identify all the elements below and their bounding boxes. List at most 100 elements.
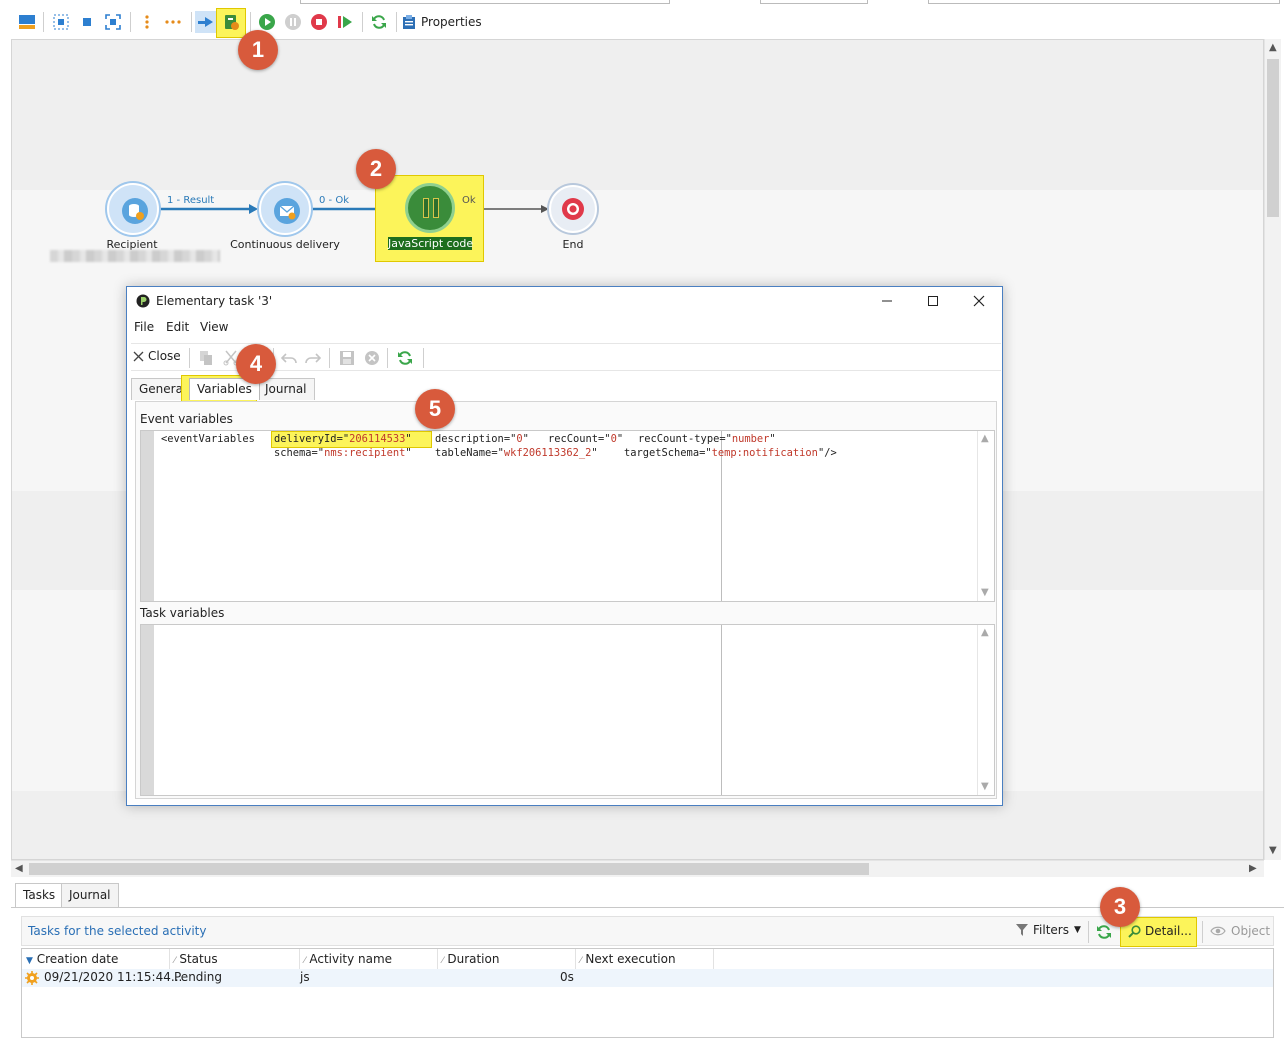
table-row[interactable]: 09/21/2020 11:15:44... Pending js 0s (22, 969, 1273, 987)
attr-value: 206114533 (349, 433, 406, 445)
refresh-icon[interactable] (1096, 924, 1112, 940)
event-variables-editor[interactable]: ▲ ▼ <eventVariables deliveryId="20611453… (140, 430, 995, 602)
x-icon (133, 351, 144, 361)
editor-gutter (141, 431, 154, 601)
copy-icon[interactable] (198, 350, 214, 366)
maximize-icon[interactable] (927, 295, 939, 307)
detail-button[interactable]: Detail... (1128, 924, 1192, 938)
scroll-right-icon[interactable]: ▶ (1249, 863, 1257, 874)
scroll-down-icon[interactable]: ▼ (981, 781, 989, 792)
object-button[interactable]: Object (1210, 924, 1270, 938)
end-node[interactable] (549, 185, 597, 233)
blurred-text (50, 250, 220, 262)
column-label: Duration (447, 952, 500, 966)
vertical-scroll-thumb[interactable] (1267, 59, 1279, 217)
pause-icon[interactable] (282, 11, 304, 33)
detail-label: Detail... (1145, 924, 1192, 938)
square-icon[interactable] (76, 11, 98, 33)
end-label: End (562, 238, 584, 251)
gear-icon (25, 971, 39, 985)
debug-tasks-icon[interactable] (220, 11, 242, 33)
dialog-titlebar[interactable]: Elementary task '3' (127, 287, 1002, 317)
select-all-icon[interactable] (50, 11, 72, 33)
refresh-icon[interactable] (368, 11, 390, 33)
column-label: Next execution (585, 952, 676, 966)
editor-scrollbar[interactable]: ▲ ▼ (977, 625, 994, 795)
clipboard-icon (403, 15, 415, 29)
transition-label-ok-end[interactable]: Ok (462, 195, 476, 206)
eye-icon (1210, 926, 1226, 936)
column-activity-name[interactable]: ⁄ Activity name (300, 949, 438, 969)
start-flow-icon[interactable] (195, 11, 217, 33)
scroll-down-icon[interactable]: ▼ (1269, 845, 1277, 856)
attr-targetschema: targetSchema="temp:notification"/> (624, 447, 837, 459)
cell-status: Pending (174, 970, 222, 984)
scroll-left-icon[interactable]: ◀ (15, 863, 23, 874)
step-icon[interactable] (334, 11, 356, 33)
tab-journal-bottom[interactable]: Journal (61, 883, 119, 907)
filters-button[interactable]: Filters ▼ (1016, 923, 1081, 937)
callout-badge-2: 2 (356, 149, 396, 189)
column-label: Activity name (309, 952, 393, 966)
scroll-up-icon[interactable]: ▲ (1269, 42, 1277, 53)
recipient-node[interactable] (107, 183, 159, 235)
menu-view[interactable]: View (200, 320, 228, 334)
column-label: Creation date (36, 952, 119, 966)
top-field-right[interactable] (928, 0, 1280, 4)
object-label: Object (1231, 924, 1271, 938)
refresh-icon[interactable] (397, 350, 413, 366)
toolbar-separator (189, 348, 190, 368)
column-duration[interactable]: ⁄ Duration (438, 949, 576, 969)
toolbar-separator (329, 348, 330, 368)
menu-file[interactable]: File (134, 320, 154, 334)
menu-edit[interactable]: Edit (166, 320, 189, 334)
editor-scrollbar[interactable]: ▲ ▼ (977, 431, 994, 601)
undo-icon[interactable] (281, 350, 297, 366)
scroll-up-icon[interactable]: ▲ (981, 433, 989, 444)
vertical-scrollbar[interactable]: ▲ ▼ (1264, 39, 1281, 860)
close-button[interactable]: Close (133, 349, 181, 363)
close-label: Close (148, 349, 181, 363)
top-field-middle[interactable] (760, 0, 868, 4)
dialog-title: Elementary task '3' (156, 294, 273, 308)
continuous-delivery-node[interactable] (259, 183, 311, 235)
vertical-dots-icon[interactable] (136, 11, 158, 33)
fit-view-icon[interactable] (102, 11, 124, 33)
scroll-up-icon[interactable]: ▲ (981, 627, 989, 638)
javascript-code-label: JavaScript code (388, 237, 474, 250)
scroll-down-icon[interactable]: ▼ (981, 587, 989, 598)
save-icon[interactable] (339, 350, 355, 366)
minimize-icon[interactable] (881, 295, 893, 307)
top-field-left[interactable] (300, 0, 670, 4)
column-creation-date[interactable]: ▼ Creation date (22, 949, 170, 969)
cell-activity-name: js (300, 970, 310, 984)
column-next-execution[interactable]: ⁄ Next execution (576, 949, 714, 969)
envelope-icon (274, 198, 300, 224)
tab-tasks[interactable]: Tasks (15, 883, 64, 907)
redo-icon[interactable] (305, 350, 321, 366)
task-variables-editor[interactable]: ▲ ▼ (140, 624, 995, 796)
xml-close-tag: /> (824, 447, 837, 459)
cell-creation-date: 09/21/2020 11:15:44... (44, 970, 183, 984)
sort-icon: ⁄ (442, 956, 444, 966)
attr-name: tableName (435, 447, 492, 459)
javascript-code-node[interactable] (405, 183, 455, 233)
attr-value: number (731, 433, 770, 445)
layout-icon[interactable] (16, 11, 38, 33)
toolbar-separator (191, 12, 192, 32)
close-window-icon[interactable] (973, 295, 985, 307)
attr-name: targetSchema (624, 447, 700, 459)
transition-label-result[interactable]: 1 - Result (167, 195, 214, 206)
attr-tablename: tableName="wkf206113362_2" (435, 447, 598, 459)
horizontal-scrollbar[interactable]: ◀ ▶ (11, 860, 1264, 877)
horizontal-scroll-thumb[interactable] (29, 863, 869, 875)
stop-icon[interactable] (308, 11, 330, 33)
properties-button[interactable]: Properties (402, 11, 482, 33)
transition-label-ok[interactable]: 0 - Ok (319, 195, 349, 206)
cell-duration: 0s (560, 970, 574, 984)
horizontal-dots-icon[interactable] (160, 11, 186, 33)
cancel-icon[interactable] (364, 350, 380, 366)
column-status[interactable]: ⁄ Status (170, 949, 300, 969)
toolbar-separator (130, 12, 131, 32)
tasks-title: Tasks for the selected activity (28, 924, 207, 938)
